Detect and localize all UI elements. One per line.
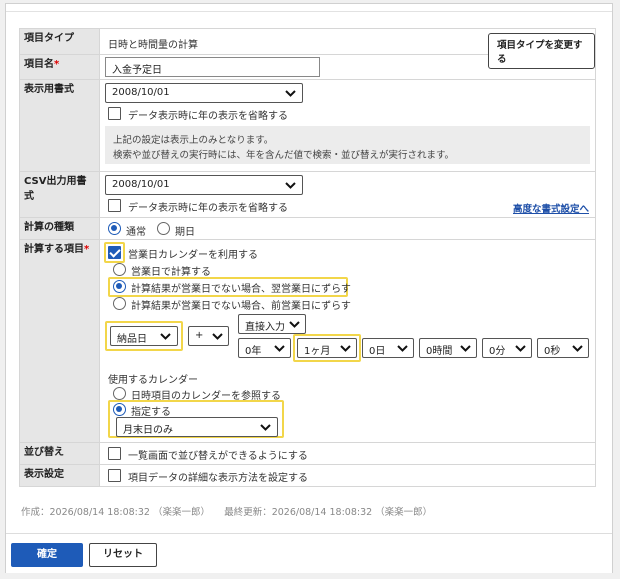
row-sort: 並び替え 一覧画面で並び替えができるようにする [19, 442, 596, 465]
footer-bar: 確定 リセット [6, 533, 612, 573]
specify-calendar-radio[interactable] [113, 403, 126, 416]
calendar-heading: 使用するカレンダー [108, 375, 198, 386]
csv-omit-year-label: データ表示時に年の表示を省略する [128, 203, 288, 214]
input-mode-select[interactable]: 直接入力 [238, 314, 306, 334]
hour-select[interactable]: 0時間 [419, 338, 477, 358]
display-format-note: 上記の設定は表示上のみとなります。 検索や並び替えの実行時には、年を含んだ値で検… [105, 126, 590, 164]
created-updated-meta: 作成：2026/08/14 18:08:32 （楽楽一郎） 最終更新：2026/… [21, 507, 433, 518]
calc-kind-period-radio[interactable] [157, 222, 170, 235]
form-panel: 項目タイプ 日時と時間量の計算 項目タイプを変更する 項目名* 入金予定日 表示… [5, 3, 613, 573]
calc-kind-period-label: 期日 [175, 227, 195, 238]
chevron-down-icon [160, 331, 171, 341]
label-display-setting: 表示設定 [19, 464, 100, 487]
detailed-display-label: 項目データの詳細な表示方法を設定する [128, 473, 308, 484]
row-calc-kind: 計算の種類 通常 期日 [19, 217, 596, 240]
sortable-checkbox[interactable] [108, 447, 121, 460]
row-item-name: 項目名* 入金予定日 [19, 54, 596, 80]
sortable-label: 一覧画面で並び替えができるようにする [128, 451, 308, 462]
chevron-down-icon [397, 343, 408, 353]
label-calc-item: 計算する項目* [19, 239, 100, 443]
ref-calendar-radio[interactable] [113, 387, 126, 400]
label-sort: 並び替え [19, 442, 100, 465]
display-omit-year-checkbox[interactable] [108, 107, 121, 120]
display-omit-year-label: データ表示時に年の表示を省略する [128, 111, 288, 122]
month-select[interactable]: 1ヶ月 [297, 338, 357, 358]
chevron-down-icon [340, 343, 351, 353]
second-select[interactable]: 0秒 [537, 338, 589, 358]
display-format-select[interactable]: 2008/10/01 [105, 83, 303, 103]
business-day-radio[interactable] [113, 263, 126, 276]
next-business-day-radio[interactable] [113, 280, 126, 293]
panel-top-strip [6, 4, 612, 12]
row-display-setting: 表示設定 項目データの詳細な表示方法を設定する [19, 464, 596, 487]
advanced-format-link[interactable]: 高度な書式設定へ [513, 201, 589, 215]
chevron-down-icon [515, 343, 526, 353]
prev-business-day-label: 計算結果が営業日でない場合、前営業日にずらす [131, 301, 351, 312]
csv-omit-year-checkbox[interactable] [108, 199, 121, 212]
item-settings-table: 項目タイプ 日時と時間量の計算 項目タイプを変更する 項目名* 入金予定日 表示… [19, 28, 596, 487]
confirm-button[interactable]: 確定 [11, 543, 83, 567]
label-item-name: 項目名* [19, 54, 100, 80]
business-day-label: 営業日で計算する [131, 267, 211, 278]
day-select[interactable]: 0日 [362, 338, 414, 358]
chevron-down-icon [285, 180, 296, 190]
next-business-day-label: 計算結果が営業日でない場合、翌営業日にずらす [131, 284, 351, 295]
calc-kind-normal-label: 通常 [126, 227, 146, 238]
chevron-down-icon [260, 422, 271, 432]
prev-business-day-radio[interactable] [113, 297, 126, 310]
row-display-format: 表示用書式 2008/10/01 データ表示時に年の表示を省略する 上記の設定は… [19, 79, 596, 172]
item-name-input[interactable]: 入金予定日 [105, 57, 320, 77]
row-calc-item: 計算する項目* 営業日カレンダーを利用する 営業日で計算する 計算結果が営業日で… [19, 239, 596, 443]
ref-calendar-label: 日時項目のカレンダーを参照する [131, 391, 281, 402]
csv-format-select[interactable]: 2008/10/01 [105, 175, 303, 195]
operator-select[interactable]: + [188, 326, 229, 346]
base-field-select[interactable]: 納品日 [110, 326, 178, 346]
label-calc-kind: 計算の種類 [19, 217, 100, 240]
chevron-down-icon [212, 331, 223, 341]
minute-select[interactable]: 0分 [482, 338, 532, 358]
label-display-format: 表示用書式 [19, 79, 100, 172]
specify-calendar-label: 指定する [131, 407, 171, 418]
required-mark: * [54, 59, 60, 70]
row-csv-format: CSV出力用書式 2008/10/01 データ表示時に年の表示を省略する 高度な… [19, 171, 596, 218]
chevron-down-icon [460, 343, 471, 353]
chevron-down-icon [274, 343, 285, 353]
detailed-display-checkbox[interactable] [108, 469, 121, 482]
chevron-down-icon [572, 343, 583, 353]
reset-button[interactable]: リセット [89, 543, 157, 567]
chevron-down-icon [285, 88, 296, 98]
use-business-calendar-checkbox[interactable] [108, 246, 121, 259]
required-mark: * [84, 244, 90, 255]
label-csv-format: CSV出力用書式 [19, 171, 100, 218]
chevron-down-icon [289, 319, 300, 329]
calendar-select[interactable]: 月末日のみ [116, 417, 278, 437]
row-item-type: 項目タイプ 日時と時間量の計算 項目タイプを変更する [19, 28, 596, 69]
year-select[interactable]: 0年 [238, 338, 291, 358]
calc-kind-normal-radio[interactable] [108, 222, 121, 235]
use-business-calendar-label: 営業日カレンダーを利用する [128, 250, 258, 261]
label-item-type: 項目タイプ [19, 28, 100, 55]
item-type-value: 日時と時間量の計算 [108, 40, 198, 51]
